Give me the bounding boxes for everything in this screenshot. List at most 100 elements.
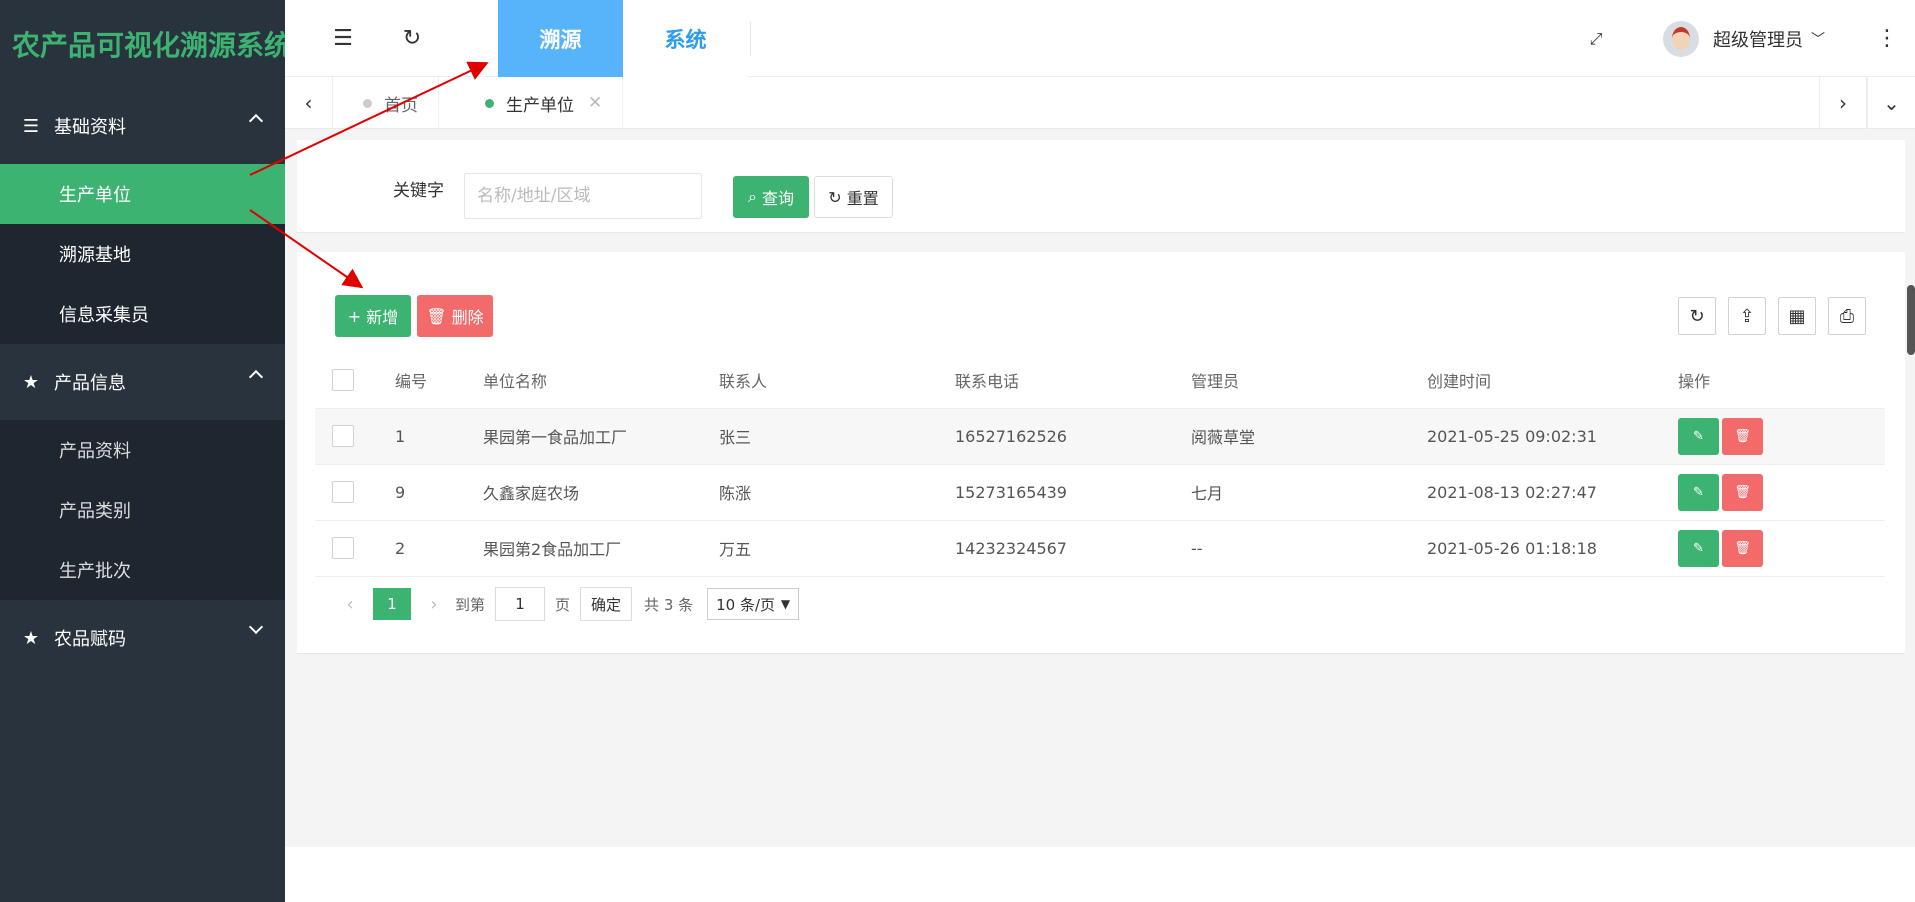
sidebar-submenu-basic: 生产单位 溯源基地 信息采集员 (0, 164, 285, 344)
list-icon: ☰ (22, 115, 40, 137)
table-refresh-icon[interactable]: ↻ (1678, 297, 1716, 335)
table-row[interactable]: 2 果园第2食品加工厂 万五 14232324567 -- 2021-05-26… (315, 520, 1885, 577)
edit-icon[interactable]: ✎ (1678, 473, 1719, 511)
cell-contact: 万五 (719, 520, 955, 577)
tab-status-dot (485, 98, 494, 108)
column-header[interactable]: 创建时间 (1427, 352, 1678, 409)
more-vertical-icon[interactable]: ⋮ (1857, 0, 1915, 77)
query-button[interactable]: ⌕ 查询 (733, 176, 809, 218)
tab-dropdown-icon[interactable]: ⌄ (1867, 77, 1915, 129)
add-button[interactable]: + 新增 (335, 295, 411, 337)
column-header[interactable]: 单位名称 (483, 352, 719, 409)
trash-icon[interactable]: 🗑 (1722, 473, 1763, 511)
data-table: 编号 单位名称 联系人 联系电话 管理员 创建时间 操作 1 果园第一食品加工厂… (315, 352, 1885, 577)
sidebar-group-coding[interactable]: ★ 农品赋码 (0, 600, 285, 676)
column-header[interactable]: 编号 (395, 352, 483, 409)
sidebar-item-product-category[interactable]: 产品类别 (0, 480, 285, 540)
refresh-icon: ↻ (828, 187, 842, 207)
table-row[interactable]: 9 久鑫家庭农场 陈涨 15273165439 七月 2021-08-13 02… (315, 464, 1885, 521)
search-panel: 关键字 ⌕查询 ↻重置 (297, 140, 1905, 233)
select-all-checkbox[interactable] (332, 368, 354, 391)
prev-page-icon[interactable]: ‹ (335, 594, 365, 615)
page-size-select[interactable]: 10 条/页 ▼ (707, 588, 800, 620)
next-page-icon[interactable]: › (419, 594, 449, 615)
chevron-down-icon: ﹀ (1811, 31, 1825, 48)
edit-icon[interactable]: ✎ (1678, 417, 1719, 455)
star-icon: ★ (22, 627, 40, 649)
page-tab-home[interactable]: 首页 (333, 77, 439, 129)
header-divider (750, 22, 751, 56)
cell-id: 9 (395, 464, 483, 521)
cell-phone: 16527162526 (955, 408, 1191, 465)
page-unit-label: 页 (555, 595, 571, 614)
trash-icon: 🗑 (426, 306, 447, 326)
search-icon: ⌕ (748, 187, 757, 206)
table-row[interactable]: 1 果园第一食品加工厂 张三 16527162526 阅薇草堂 2021-05-… (315, 408, 1885, 465)
print-icon[interactable]: ⎙ (1828, 297, 1866, 335)
goto-label: 到第 (455, 595, 486, 614)
cell-contact: 张三 (719, 408, 955, 465)
trash-icon[interactable]: 🗑 (1722, 529, 1763, 567)
column-header[interactable]: 联系电话 (955, 352, 1191, 409)
chevron-down-icon (248, 619, 264, 635)
column-header: 操作 (1678, 352, 1885, 409)
sidebar-group-product[interactable]: ★ 产品信息 (0, 344, 285, 420)
refresh-icon[interactable]: ↻ (382, 0, 442, 77)
cell-contact: 陈涨 (719, 464, 955, 521)
page-tab-bar: ‹ 首页 生产单位 ✕ › ⌄ (285, 77, 1915, 129)
cell-created: 2021-05-26 01:18:18 (1427, 520, 1678, 577)
reset-button[interactable]: ↻ 重置 (814, 176, 893, 218)
row-checkbox[interactable] (332, 425, 354, 447)
top-header: ☰ ↻ 溯源 系统 ⤢ 超级管理员 ﹀ ⋮ (285, 0, 1915, 77)
edit-icon[interactable]: ✎ (1678, 529, 1719, 567)
tab-scroll-right-icon[interactable]: › (1819, 77, 1867, 129)
keyword-input[interactable] (464, 173, 702, 219)
pagination: ‹ 1 › 到第 1 页 确定 共 3 条 10 条/页 ▼ (335, 586, 800, 622)
row-checkbox[interactable] (332, 537, 354, 559)
cell-id: 1 (395, 408, 483, 465)
nav-tab-trace[interactable]: 溯源 (498, 0, 623, 77)
current-page[interactable]: 1 (373, 588, 411, 620)
columns-icon[interactable]: ▦ (1778, 297, 1816, 335)
menu-toggle-icon[interactable]: ☰ (313, 0, 373, 77)
sidebar-item-trace-base[interactable]: 溯源基地 (0, 224, 285, 284)
cell-name: 果园第一食品加工厂 (483, 408, 719, 465)
user-name: 超级管理员 (1713, 29, 1803, 51)
sidebar-group-basic[interactable]: ☰ 基础资料 (0, 88, 285, 164)
sidebar-group-label: 农品赋码 (54, 629, 126, 650)
sidebar-item-batch[interactable]: 生产批次 (0, 540, 285, 600)
nav-tab-system[interactable]: 系统 (623, 0, 748, 77)
user-menu[interactable]: 超级管理员 ﹀ (1663, 0, 1825, 77)
avatar (1663, 20, 1699, 57)
sidebar-item-collector[interactable]: 信息采集员 (0, 284, 285, 344)
table-panel: + 新增 🗑 删除 ↻ ⇪ ▦ ⎙ 编号 单位名称 联系人 联系电话 管理员 创建时… (297, 252, 1905, 654)
cell-name: 久鑫家庭农场 (483, 464, 719, 521)
total-count: 共 3 条 (644, 595, 694, 614)
delete-button[interactable]: 🗑 删除 (417, 295, 493, 337)
export-icon[interactable]: ⇪ (1728, 297, 1766, 335)
cell-created: 2021-08-13 02:27:47 (1427, 464, 1678, 521)
row-checkbox[interactable] (332, 481, 354, 503)
cell-phone: 14232324567 (955, 520, 1191, 577)
column-header[interactable]: 管理员 (1191, 352, 1427, 409)
tab-scroll-left-icon[interactable]: ‹ (285, 77, 333, 129)
plus-icon: + (347, 306, 362, 326)
tab-status-dot (363, 98, 372, 108)
cell-id: 2 (395, 520, 483, 577)
goto-page-input[interactable]: 1 (495, 587, 546, 621)
cell-admin: -- (1191, 520, 1427, 577)
page-tab-production-unit[interactable]: 生产单位 ✕ (455, 77, 624, 129)
fullscreen-icon[interactable]: ⤢ (1566, 0, 1626, 77)
column-header[interactable]: 联系人 (719, 352, 955, 409)
keyword-label: 关键字 (393, 181, 444, 201)
trash-icon[interactable]: 🗑 (1722, 417, 1763, 455)
cell-phone: 15273165439 (955, 464, 1191, 521)
cell-admin: 阅薇草堂 (1191, 408, 1427, 465)
table-header-row: 编号 单位名称 联系人 联系电话 管理员 创建时间 操作 (315, 352, 1885, 409)
footer-area (285, 847, 1915, 902)
close-icon[interactable]: ✕ (588, 93, 602, 113)
sidebar-item-production-unit[interactable]: 生产单位 (0, 164, 285, 224)
sidebar-item-product-info[interactable]: 产品资料 (0, 420, 285, 480)
goto-confirm-button[interactable]: 确定 (580, 587, 633, 621)
scrollbar[interactable] (1907, 285, 1915, 355)
